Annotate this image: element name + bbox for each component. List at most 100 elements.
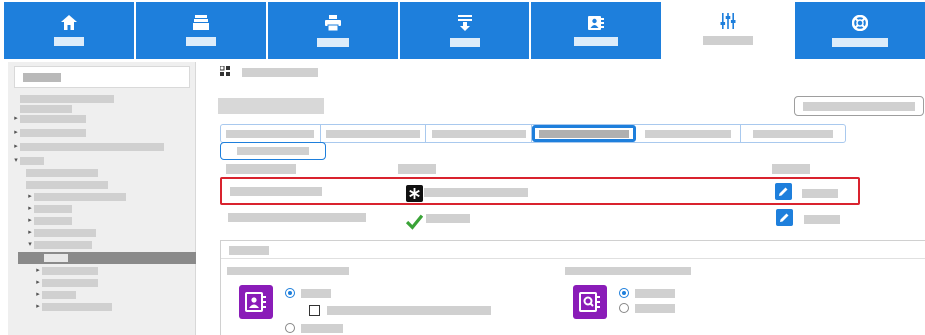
nav-tab-download[interactable] (399, 2, 530, 59)
radio-option-3-label (635, 289, 675, 298)
tree-item[interactable]: ▸ (26, 204, 196, 214)
tree-item[interactable] (26, 180, 196, 190)
nav-tab-jobs[interactable] (135, 2, 266, 59)
column-header-value (398, 164, 436, 174)
tab-active[interactable] (531, 125, 636, 142)
tab[interactable] (221, 125, 321, 142)
tree-item-selected[interactable] (18, 252, 196, 264)
edit-label (802, 189, 838, 198)
edit-button[interactable] (776, 209, 793, 226)
settings-tree: ▸ ▸ ▸ ▾ ▸ ▸ ▸ ▸ ▾ ▸ ▸ ▸ ▸ (8, 94, 196, 312)
section-header (221, 241, 925, 259)
download-icon (457, 14, 472, 31)
checkbox[interactable] (309, 305, 320, 316)
nav-tab-home[interactable] (4, 2, 134, 59)
tree-item[interactable]: ▸ (26, 192, 196, 202)
tree-item[interactable]: ▸ (26, 216, 196, 226)
radio-option-4[interactable] (619, 303, 629, 313)
expand-caret-icon[interactable]: ▸ (12, 128, 20, 138)
lifebuoy-icon (852, 14, 869, 31)
nav-tab-support[interactable] (795, 2, 925, 59)
collapse-caret-icon[interactable]: ▾ (26, 240, 34, 250)
tree-item[interactable]: ▸ (12, 142, 196, 152)
radio-option-2-label (301, 324, 343, 333)
top-navigation (4, 2, 925, 59)
tree-item[interactable] (26, 168, 196, 178)
column-header-name (226, 164, 296, 174)
tree-item[interactable]: ▸ (34, 278, 196, 288)
tree-item-expanded[interactable]: ▾ (12, 156, 196, 166)
tab[interactable] (741, 125, 845, 142)
expand-caret-icon[interactable]: ▸ (26, 228, 34, 238)
address-book-icon (239, 285, 273, 319)
expand-caret-icon[interactable]: ▸ (34, 290, 42, 300)
tree-item[interactable]: ▸ (12, 114, 196, 124)
nav-tab-address-book-label (574, 36, 619, 46)
nav-tab-support-label (832, 37, 889, 47)
radio-option-4-label (635, 304, 675, 313)
page-action-button[interactable] (794, 96, 924, 116)
expand-caret-icon[interactable]: ▸ (12, 142, 20, 152)
tree-item[interactable] (20, 94, 196, 104)
subtab-label (237, 147, 309, 155)
row-value (424, 188, 528, 197)
settings-tabbar (220, 124, 846, 143)
server-stack-icon (192, 15, 209, 30)
expand-caret-icon[interactable]: ▸ (34, 266, 42, 276)
breadcrumb[interactable] (242, 68, 318, 77)
nav-tab-download-label (449, 37, 480, 47)
row-label (230, 187, 322, 196)
home-icon (60, 15, 77, 30)
tab[interactable] (321, 125, 427, 142)
expand-caret-icon[interactable]: ▸ (26, 216, 34, 226)
option-group-label (227, 267, 349, 275)
address-book-icon (588, 15, 605, 30)
checkbox-label (327, 306, 491, 315)
address-book-search-icon (573, 285, 607, 319)
expand-caret-icon[interactable]: ▸ (26, 204, 34, 214)
row-value (426, 214, 470, 223)
table-row[interactable] (220, 205, 925, 233)
option-group-label (565, 267, 691, 275)
nav-tab-printer-label (316, 37, 349, 47)
expand-caret-icon[interactable]: ▸ (26, 192, 34, 202)
printer-icon (324, 14, 341, 31)
collapse-caret-icon[interactable]: ▾ (12, 156, 20, 166)
nav-tab-jobs-label (185, 37, 216, 46)
expand-caret-icon[interactable]: ▸ (34, 302, 42, 312)
tree-item-expanded[interactable]: ▾ (26, 240, 196, 250)
grid-view-icon (219, 65, 230, 79)
expand-caret-icon[interactable]: ▸ (12, 114, 20, 124)
sidebar-search-input[interactable] (14, 66, 190, 88)
expand-caret-icon[interactable]: ▸ (34, 278, 42, 288)
nav-tab-address-book[interactable] (531, 2, 662, 59)
pencil-icon (780, 213, 789, 222)
column-header-action (772, 164, 810, 174)
edit-button[interactable] (775, 183, 792, 200)
nav-tab-settings[interactable] (663, 2, 794, 59)
tree-item[interactable] (20, 104, 196, 114)
nav-tab-settings-label (703, 36, 754, 45)
tree-item[interactable]: ▸ (34, 290, 196, 300)
nav-tab-home-label (53, 37, 84, 46)
tree-item[interactable]: ▸ (26, 228, 196, 238)
page-action-label (803, 102, 915, 111)
subtab[interactable] (220, 142, 326, 160)
checkmark-icon (406, 214, 423, 230)
row-label (228, 213, 366, 222)
radio-option-1[interactable] (285, 288, 295, 298)
sidebar-search-placeholder (23, 73, 61, 82)
tree-item[interactable]: ▸ (34, 266, 196, 276)
tree-item[interactable]: ▸ (34, 302, 196, 312)
tab[interactable] (426, 125, 532, 142)
tab[interactable] (636, 125, 742, 142)
radio-option-3[interactable] (619, 288, 629, 298)
radio-option-2[interactable] (285, 323, 295, 333)
nav-tab-printer[interactable] (267, 2, 398, 59)
table-row-highlighted[interactable] (220, 177, 860, 205)
asterisk-icon (406, 185, 423, 202)
tree-item[interactable]: ▸ (12, 128, 196, 138)
edit-label (804, 215, 840, 224)
main-content (210, 62, 925, 335)
radio-option-1-label (301, 289, 331, 298)
